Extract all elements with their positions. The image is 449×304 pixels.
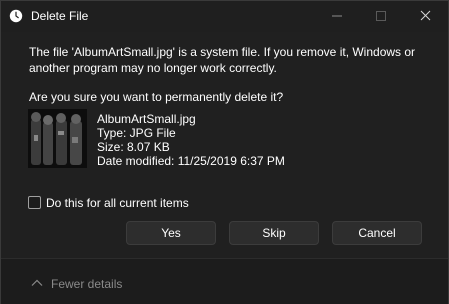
window-title: Delete File bbox=[31, 9, 89, 23]
clock-icon bbox=[9, 9, 23, 23]
yes-button[interactable]: Yes bbox=[126, 221, 216, 245]
minimize-icon bbox=[332, 15, 342, 17]
title-bar[interactable]: Delete File bbox=[1, 1, 448, 32]
file-details: AlbumArtSmall.jpg Type: JPG File Size: 8… bbox=[97, 112, 285, 168]
file-name: AlbumArtSmall.jpg bbox=[97, 112, 196, 126]
file-thumbnail bbox=[28, 109, 87, 168]
cancel-button[interactable]: Cancel bbox=[332, 221, 422, 245]
close-button[interactable] bbox=[403, 1, 447, 31]
file-date-modified: Date modified: 11/25/2019 6:37 PM bbox=[97, 154, 285, 168]
apply-all-checkbox[interactable] bbox=[28, 196, 41, 209]
confirm-question: Are you sure you want to permanently del… bbox=[29, 90, 284, 104]
fewer-details-label[interactable]: Fewer details bbox=[51, 277, 122, 291]
minimize-button[interactable] bbox=[315, 1, 359, 31]
file-size: Size: 8.07 KB bbox=[97, 140, 170, 154]
maximize-button[interactable] bbox=[359, 1, 403, 31]
dialog-footer: Fewer details bbox=[1, 258, 448, 304]
dialog-content: The file 'AlbumArtSmall.jpg' is a system… bbox=[1, 32, 448, 258]
skip-button[interactable]: Skip bbox=[229, 221, 319, 245]
warning-message: The file 'AlbumArtSmall.jpg' is a system… bbox=[29, 45, 416, 75]
maximize-icon bbox=[376, 11, 386, 21]
delete-file-dialog: Delete File The file 'AlbumArtSmall.jpg'… bbox=[0, 0, 449, 304]
apply-all-label[interactable]: Do this for all current items bbox=[46, 196, 189, 210]
close-icon bbox=[420, 10, 431, 21]
file-type: Type: JPG File bbox=[97, 126, 176, 140]
chevron-up-icon bbox=[31, 279, 43, 286]
